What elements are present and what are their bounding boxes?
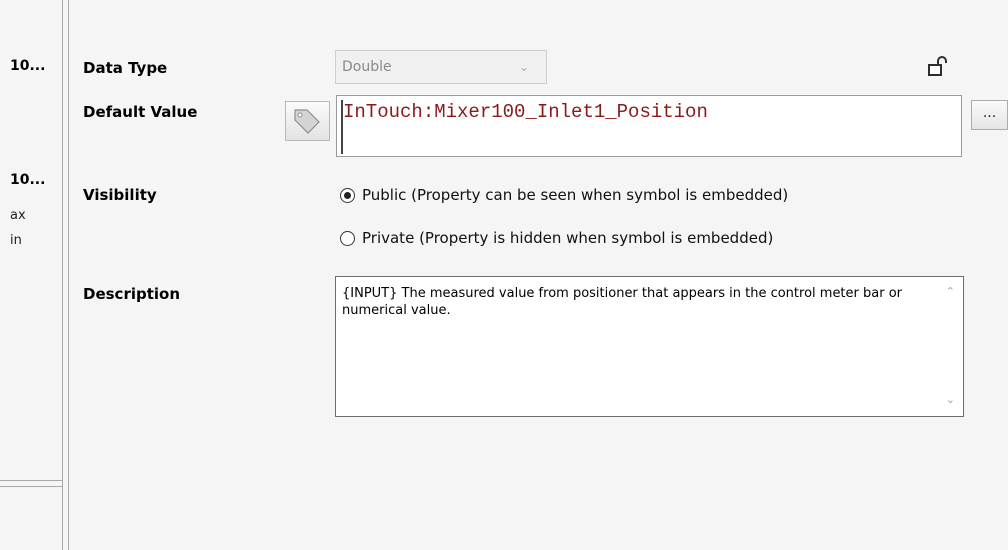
description-label: Description [83,285,181,303]
left-separator [0,480,62,481]
left-list-item[interactable]: 10... [10,172,45,188]
visibility-private-label: Private (Property is hidden when symbol … [362,229,774,247]
browse-button[interactable]: ... [971,100,1008,130]
left-list-item: in [10,233,22,248]
unlock-icon[interactable] [927,54,949,78]
default-value-input[interactable]: InTouch:Mixer100_Inlet1_Position [336,95,962,157]
tag-browser-button[interactable] [285,101,330,141]
left-separator [0,486,62,487]
chevron-down-icon[interactable]: ⌄ [946,391,955,408]
chevron-up-icon[interactable]: ⌃ [946,283,955,300]
visibility-public-label: Public (Property can be seen when symbol… [362,186,789,204]
tag-icon [294,109,320,134]
description-text: {INPUT} The measured value from position… [342,286,903,318]
visibility-label: Visibility [83,186,157,204]
data-type-label: Data Type [83,59,168,77]
default-value-text: InTouch:Mixer100_Inlet1_Position [343,101,708,123]
data-type-dropdown: Double ⌄ [335,50,547,84]
left-pane: 10... 10... ax in [0,0,62,550]
left-list-item: ax [10,208,26,223]
splitter-line[interactable] [62,0,63,550]
private-radio[interactable] [340,230,355,246]
description-textarea[interactable]: {INPUT} The measured value from position… [335,276,964,417]
visibility-private-option[interactable]: Private (Property is hidden when symbol … [340,229,773,247]
chevron-down-icon: ⌄ [519,60,530,74]
text-caret [341,100,343,154]
left-list-item[interactable]: 10... [10,58,45,74]
public-radio[interactable] [340,187,355,203]
default-value-label: Default Value [83,103,198,121]
visibility-public-option[interactable]: Public (Property can be seen when symbol… [340,186,788,204]
splitter-line[interactable] [68,0,69,550]
data-type-value: Double [342,59,392,75]
